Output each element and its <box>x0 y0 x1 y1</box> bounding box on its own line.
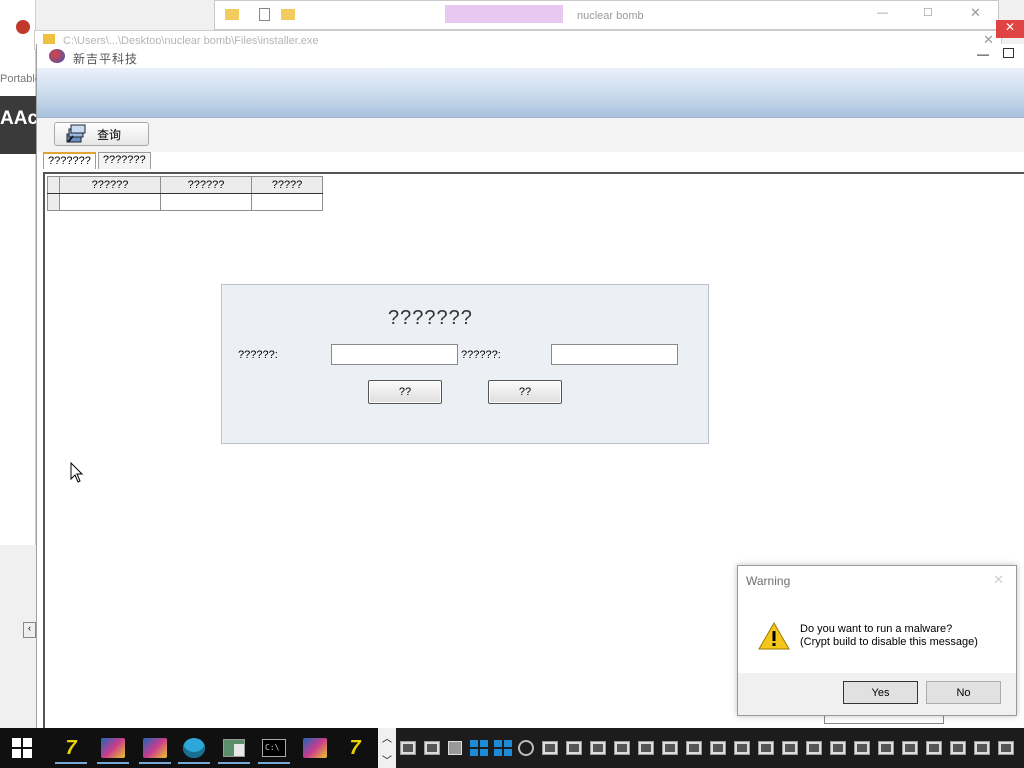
windows-logo-icon[interactable] <box>470 740 488 756</box>
app-banner <box>37 68 1024 118</box>
windows-start-icon[interactable] <box>12 738 32 758</box>
minimized-window-icon[interactable] <box>926 741 942 755</box>
login-panel: ??????? ??????: ??????: ?? ?? <box>221 284 709 444</box>
minimized-window-icon[interactable] <box>662 741 678 755</box>
grid-cell[interactable] <box>251 193 323 211</box>
tab-first[interactable]: ??????? <box>43 152 96 169</box>
yes-button[interactable]: Yes <box>843 681 918 704</box>
taskbar-terminal-icon[interactable]: C:\ <box>256 732 292 764</box>
field2-label: ??????: <box>461 349 501 361</box>
tab-second[interactable]: ??????? <box>97 152 151 169</box>
grid-column-header[interactable]: ????? <box>251 176 323 194</box>
minimized-window-icon[interactable] <box>974 741 990 755</box>
app-logo-icon <box>49 49 65 63</box>
taskbar-stack-icon[interactable] <box>176 732 212 764</box>
query-icon <box>66 124 86 143</box>
grid-corner-cell <box>47 176 60 194</box>
taskbar-7z-icon[interactable]: 7 <box>53 732 89 764</box>
minimized-window-icon[interactable] <box>902 741 918 755</box>
scroll-left-icon[interactable]: ‹ <box>23 622 36 638</box>
minimized-window-icon[interactable] <box>782 741 798 755</box>
taskbar-winrar-icon[interactable] <box>95 732 131 764</box>
taskbar-7z-icon[interactable]: 7 <box>337 732 373 764</box>
toolbar: 查询 <box>37 118 1024 152</box>
warning-icon <box>758 622 790 650</box>
minimized-window-icon[interactable] <box>614 741 630 755</box>
query-button[interactable]: 查询 <box>54 122 149 146</box>
restore-icon[interactable] <box>1003 48 1014 58</box>
field2-input[interactable] <box>551 344 678 365</box>
tab-strip: ??????? ??????? <box>43 152 151 170</box>
taskbar-winrar-icon[interactable] <box>297 732 333 764</box>
minimize-icon[interactable]: — <box>877 7 888 19</box>
minimized-window-icon[interactable] <box>686 741 702 755</box>
minimized-window-icon[interactable] <box>566 741 582 755</box>
minimized-window-icon[interactable] <box>806 741 822 755</box>
warning-message-line1: Do you want to run a malware? <box>800 623 953 635</box>
minimized-window-icon[interactable] <box>590 741 606 755</box>
minimized-window-icon[interactable] <box>710 741 726 755</box>
minimized-window-icon[interactable] <box>638 741 654 755</box>
warning-message: Do you want to run a malware? (Crypt bui… <box>800 623 978 649</box>
minimized-window-icon[interactable] <box>400 741 416 755</box>
minimized-window-icon[interactable] <box>424 741 440 755</box>
scroll-up-icon[interactable]: ︿ <box>382 730 392 745</box>
warning-title: Warning <box>746 574 791 588</box>
no-button[interactable]: No <box>926 681 1001 704</box>
data-grid: ?????? ?????? ????? <box>47 176 323 211</box>
grid-header-row: ?????? ?????? ????? <box>47 176 323 194</box>
close-icon[interactable]: ✕ <box>993 572 1004 588</box>
field1-input[interactable] <box>331 344 458 365</box>
panel-title: ??????? <box>388 307 473 329</box>
minimized-window-icon[interactable] <box>758 741 774 755</box>
grid-cell[interactable] <box>59 193 161 211</box>
taskbar-scroll: ︿ ﹀ <box>378 728 396 768</box>
settings-circle-icon[interactable] <box>518 740 534 756</box>
minimize-icon[interactable]: — <box>977 47 989 61</box>
taskbar-winrar-icon[interactable] <box>137 732 173 764</box>
query-label: 查询 <box>97 127 122 142</box>
taskbar-window-icon[interactable] <box>216 732 252 764</box>
minimized-window-icon[interactable] <box>878 741 894 755</box>
folder-icon <box>281 9 295 20</box>
minimized-window-icon[interactable] <box>542 741 558 755</box>
explorer-ribbon-tab[interactable] <box>445 5 563 23</box>
grid-column-header[interactable]: ?????? <box>59 176 161 194</box>
table-row[interactable] <box>47 193 323 211</box>
grid-cell[interactable] <box>160 193 252 211</box>
panel-ok-button[interactable]: ?? <box>368 380 442 404</box>
row-header-cell[interactable] <box>47 193 60 211</box>
left-window-strip: Portable AAct ‹ <box>0 0 44 638</box>
app-title: 新吉平科技 <box>73 52 139 66</box>
warning-footer: Yes No <box>738 673 1016 715</box>
warning-message-line2: (Crypt build to disable this message) <box>800 636 978 648</box>
grid-column-header[interactable]: ?????? <box>160 176 252 194</box>
page-icon <box>259 8 270 21</box>
windows-logo-icon[interactable] <box>494 740 512 756</box>
folder-icon <box>225 9 239 20</box>
minimized-window-icon[interactable] <box>830 741 846 755</box>
close-icon[interactable]: ✕ <box>970 5 981 21</box>
warning-dialog: Warning ✕ Do you want to run a malware? … <box>737 565 1017 716</box>
minimized-window-icon[interactable] <box>734 741 750 755</box>
minimized-window-icon[interactable] <box>950 741 966 755</box>
taskbar-window-strip <box>396 728 1024 768</box>
app-title-bar: 新吉平科技 — <box>37 44 1024 68</box>
panel-cancel-button[interactable]: ?? <box>488 380 562 404</box>
cube-icon[interactable] <box>448 741 462 755</box>
minimized-window-icon[interactable] <box>854 741 870 755</box>
desktop: { "bg_windows": { "explorer_tab": "nucle… <box>0 0 1024 768</box>
explorer-tab-label: nuclear bomb <box>577 10 644 22</box>
mouse-cursor-icon <box>70 462 84 483</box>
background-explorer-window: nuclear bomb — ☐ ✕ <box>214 0 999 30</box>
minimized-window-icon[interactable] <box>998 741 1014 755</box>
aact-banner: AAct <box>0 96 44 154</box>
portable-label: Portable <box>0 73 41 85</box>
red-close-button[interactable]: ✕ <box>996 20 1024 38</box>
scroll-down-icon[interactable]: ﹀ <box>382 752 392 767</box>
app-icon <box>16 20 30 34</box>
field1-label: ??????: <box>238 349 278 361</box>
maximize-icon[interactable]: ☐ <box>923 6 933 19</box>
